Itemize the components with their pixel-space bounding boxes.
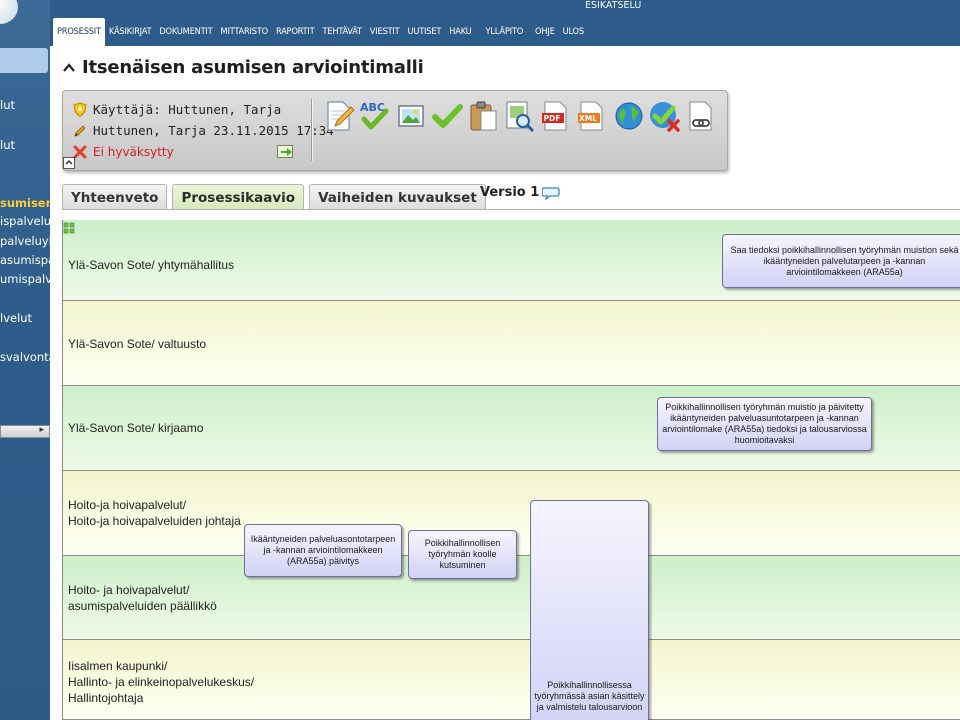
toolbar-tool-text: XML <box>579 114 597 123</box>
expand-panel-icon[interactable] <box>63 157 75 169</box>
sidebar-item[interactable]: umispalve <box>0 272 50 286</box>
toolbar-tool-text: PDF <box>544 114 561 123</box>
nav-item-dokumentit[interactable]: DOKUMENTIT <box>155 18 216 46</box>
main-menu: PROSESSIT KÄSIKIRJAT DOKUMENTIT MITTARIS… <box>53 18 588 46</box>
tab-yhteenveto[interactable]: Yhteenveto <box>62 184 168 210</box>
sidebar-item[interactable]: lut <box>0 98 15 112</box>
user-line: Käyttäjä: Huttunen, Tarja <box>73 102 281 117</box>
document-search-icon[interactable] <box>503 99 535 133</box>
toolbar-tool-text: ABC <box>360 101 385 114</box>
process-info-panel: Käyttäjä: Huttunen, Tarja Huttunen, Tarj… <box>62 90 728 171</box>
status-badge: Ei hyväksytty <box>93 145 174 159</box>
user-text: Käyttäjä: Huttunen, Tarja <box>93 102 282 117</box>
approval-status: Ei hyväksytty <box>73 145 174 159</box>
nav-item-ulos[interactable]: ULOS <box>559 18 588 46</box>
process-step-text: Poikkihallinnollisen työryhmän koolle ku… <box>424 538 501 570</box>
tab-vaiheiden-kuvaukset[interactable]: Vaiheiden kuvaukset <box>309 184 486 210</box>
link-document-icon[interactable] <box>685 99 717 133</box>
nav-item-mittaristo[interactable]: MITTARISTO <box>217 18 272 46</box>
image-icon[interactable] <box>395 99 427 133</box>
sidebar-item[interactable]: asumispa <box>0 253 50 267</box>
nav-item-uutiset[interactable]: UUTISET <box>404 18 446 46</box>
globe-icon[interactable] <box>613 99 645 133</box>
process-step[interactable]: Ikääntyneiden palveluasontotarpeen ja -k… <box>244 524 402 577</box>
top-navigation-bar: ESIKATSELU PROSESSIT KÄSIKIRJAT DOKUMENT… <box>50 0 960 46</box>
swimlane-label: Hoito- ja hoivapalvelut/ asumispalveluid… <box>68 583 217 613</box>
clipboard-icon[interactable] <box>467 99 499 133</box>
scroll-right-icon[interactable]: ▸ <box>39 425 44 435</box>
edit-document-icon[interactable] <box>323 99 355 133</box>
swimlane: Ylä-Savon Sote/ valtuusto <box>63 301 960 386</box>
process-step-text: Poikkihallinnollisen työryhmän muistio j… <box>662 402 867 445</box>
swimlane-label: Ylä-Savon Sote/ yhtymähallitus <box>68 258 235 272</box>
nav-item-tehtavat[interactable]: TEHTÄVÄT <box>318 18 365 46</box>
nav-item-yllapito[interactable]: YLLÄPITO <box>482 18 528 46</box>
edit-line: Huttunen, Tarja 23.11.2015 17:34 <box>73 123 334 138</box>
version-label: Versio 1 <box>480 185 540 200</box>
nav-item-kasikirjat[interactable]: KÄSIKIRJAT <box>105 18 155 46</box>
reject-approval-icon[interactable] <box>649 99 681 133</box>
process-step[interactable]: Saa tiedoksi poikkihallinnollisen työryh… <box>722 234 960 288</box>
preview-label[interactable]: ESIKATSELU <box>585 0 641 11</box>
sidebar-item-active[interactable]: sumisen a <box>0 196 50 210</box>
chevron-up-icon[interactable] <box>62 61 76 75</box>
page-header: Itsenäisen asumisen arviointimalli <box>62 57 424 78</box>
comment-bubble-icon[interactable] <box>542 186 560 200</box>
swimlane-label: Iisalmen kaupunki/ Hallinto- ja elinkein… <box>68 659 255 705</box>
shield-icon <box>73 102 87 117</box>
diagram-grid-handle-icon[interactable] <box>63 222 81 238</box>
spellcheck-icon[interactable]: ABC <box>359 99 391 133</box>
edited-by-text: Huttunen, Tarja 23.11.2015 17:34 <box>93 123 334 138</box>
logo[interactable] <box>0 0 18 24</box>
swimlane-label: Hoito-ja hoivapalvelut/ Hoito-ja hoivapa… <box>68 498 241 528</box>
sidebar-item[interactable]: svalvonta <box>0 350 50 364</box>
process-step-text: Poikkihallinnollisessa työryhmässä asian… <box>534 680 645 712</box>
nav-item-viestit[interactable]: VIESTIT <box>366 18 404 46</box>
pencil-icon <box>74 124 86 137</box>
version-indicator: Versio 1 <box>480 185 560 200</box>
process-step-text: Saa tiedoksi poikkihallinnollisen työryh… <box>730 244 959 277</box>
approve-check-icon[interactable] <box>431 99 463 133</box>
process-step[interactable]: Poikkihallinnollisen työryhmän koolle ku… <box>408 530 517 579</box>
page-title: Itsenäisen asumisen arviointimalli <box>82 57 424 78</box>
swimlane-label: Ylä-Savon Sote/ kirjaamo <box>68 421 204 435</box>
sidebar-item[interactable]: lvelut <box>0 311 32 325</box>
nav-item-raportit[interactable]: RAPORTIT <box>272 18 319 46</box>
swimlane: Iisalmen kaupunki/ Hallinto- ja elinkein… <box>63 640 960 720</box>
tab-prosessikaavio[interactable]: Prosessikaavio <box>172 184 305 210</box>
nav-item-prosessit[interactable]: PROSESSIT <box>53 18 105 46</box>
view-tabs: Yhteenveto Prosessikaavio Vaiheiden kuva… <box>62 184 491 210</box>
process-diagram: Ylä-Savon Sote/ yhtymähallitus Ylä-Savon… <box>62 220 960 720</box>
process-step[interactable]: Poikkihallinnollisessa työryhmässä asian… <box>530 500 649 720</box>
sidebar: lut lut sumisen a ispalveluy palveluyks … <box>0 0 50 720</box>
process-step-text: Ikääntyneiden palveluasontotarpeen ja -k… <box>250 534 396 566</box>
tab-divider <box>62 209 960 210</box>
sidebar-scrollbar[interactable]: ▸ <box>0 425 50 438</box>
nav-item-haku[interactable]: HAKU <box>445 18 475 46</box>
sidebar-item[interactable]: lut <box>0 138 15 152</box>
process-step[interactable]: Poikkihallinnollisen työryhmän muistio j… <box>657 397 872 451</box>
sidebar-item[interactable]: palveluyks <box>0 234 50 248</box>
pdf-export-icon[interactable]: PDF <box>539 99 571 133</box>
toolbar-divider <box>311 99 313 161</box>
nav-item-ohje[interactable]: OHJE <box>531 18 559 46</box>
xml-export-icon[interactable]: XML <box>575 99 607 133</box>
sidebar-selected-item[interactable] <box>0 48 48 73</box>
swimlane-label: Ylä-Savon Sote/ valtuusto <box>68 337 207 351</box>
export-arrow-icon[interactable] <box>277 145 295 159</box>
red-x-icon <box>73 145 87 159</box>
sidebar-item[interactable]: ispalveluy <box>0 214 50 228</box>
